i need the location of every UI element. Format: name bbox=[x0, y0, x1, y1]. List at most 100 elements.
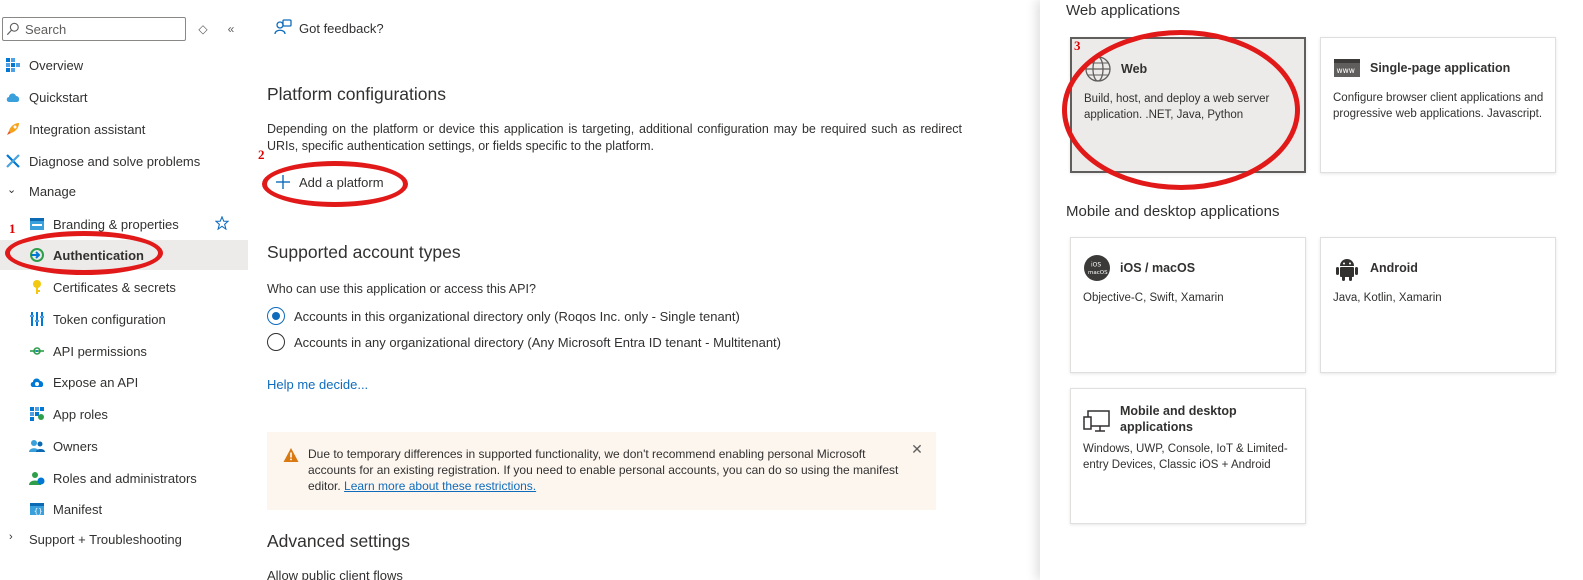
sidebar-item-label: Diagnose and solve problems bbox=[29, 154, 201, 169]
sidebar-item-roles-admins[interactable]: Roles and administrators bbox=[0, 463, 248, 493]
sidebar-item-label: Integration assistant bbox=[29, 122, 146, 137]
sidebar-group-manage[interactable]: ⌄ Manage bbox=[0, 176, 248, 206]
radio-single-tenant[interactable]: Accounts in this organizational director… bbox=[267, 307, 867, 327]
chevron-right-icon: › bbox=[9, 531, 13, 543]
branding-icon bbox=[30, 218, 44, 230]
search-input[interactable] bbox=[25, 20, 175, 38]
supported-account-types-title: Supported account types bbox=[267, 242, 461, 262]
platform-description: Depending on the platform or device this… bbox=[267, 122, 962, 153]
sidebar-item-expose-api[interactable]: Expose an API bbox=[0, 367, 248, 397]
sidebar-item-label: API permissions bbox=[53, 344, 147, 359]
account-question: Who can use this application or access t… bbox=[267, 282, 536, 296]
search-icon bbox=[6, 22, 19, 36]
add-platform-button[interactable]: Add a platform bbox=[275, 172, 395, 194]
sidebar-group-label: Manage bbox=[29, 184, 76, 199]
card-title: Mobile and desktop applications bbox=[1120, 404, 1237, 434]
feedback-icon bbox=[274, 19, 292, 35]
www-icon: www bbox=[1334, 59, 1360, 77]
feedback-label: Got feedback? bbox=[299, 21, 384, 36]
allow-public-client-flows-label: Allow public client flows bbox=[267, 568, 403, 580]
configure-platforms-panel: Web applications Web Build, host, and de… bbox=[1040, 0, 1583, 580]
help-me-decide-link[interactable]: Help me decide... bbox=[267, 377, 368, 392]
sidebar-item-branding[interactable]: Branding & properties bbox=[0, 209, 248, 239]
star-icon[interactable] bbox=[215, 216, 229, 230]
sidebar-item-authentication[interactable]: Authentication bbox=[0, 240, 248, 270]
key-icon bbox=[33, 280, 41, 294]
sidebar-item-token-configuration[interactable]: Token configuration bbox=[0, 304, 248, 334]
sidebar-item-label: Roles and administrators bbox=[53, 471, 197, 486]
card-title: Single-page application bbox=[1370, 61, 1511, 75]
android-icon bbox=[1336, 259, 1358, 281]
sidebar-item-certificates[interactable]: Certificates & secrets bbox=[0, 272, 248, 302]
main-content: Got feedback? Platform configurations De… bbox=[248, 0, 1040, 580]
card-title: iOS / macOS bbox=[1120, 261, 1196, 275]
owners-icon bbox=[29, 440, 45, 452]
sidebar-item-api-permissions[interactable]: API permissions bbox=[0, 336, 248, 366]
advanced-settings-title: Advanced settings bbox=[267, 531, 411, 551]
annotation-number-2: 2 bbox=[258, 147, 265, 162]
sidebar-group-support[interactable]: › Support + Troubleshooting bbox=[0, 524, 248, 554]
radio-label: Accounts in this organizational director… bbox=[294, 309, 740, 324]
sidebar-item-label: App roles bbox=[53, 407, 108, 422]
sidebar-item-quickstart[interactable]: Quickstart bbox=[0, 82, 248, 112]
close-icon[interactable]: ✕ bbox=[910, 442, 924, 456]
sidebar-item-label: Overview bbox=[29, 58, 84, 73]
plus-icon bbox=[276, 175, 290, 189]
authentication-icon bbox=[30, 248, 44, 262]
svg-text:www: www bbox=[1337, 66, 1355, 75]
tools-icon bbox=[6, 154, 20, 168]
radio-label: Accounts in any organizational directory… bbox=[294, 335, 781, 350]
sidebar-group-label: Support + Troubleshooting bbox=[29, 532, 182, 547]
radio-button-selected[interactable] bbox=[267, 307, 285, 325]
warning-icon bbox=[283, 448, 299, 462]
learn-more-restrictions-link[interactable]: Learn more about these restrictions. bbox=[344, 479, 536, 493]
sidebar-item-label: Branding & properties bbox=[53, 217, 179, 232]
svg-text:iOS: iOS bbox=[1091, 262, 1101, 269]
sidebar-item-overview[interactable]: Overview bbox=[0, 50, 248, 80]
radio-button[interactable] bbox=[267, 333, 285, 351]
rocket-icon bbox=[7, 123, 19, 135]
sidebar-item-diagnose[interactable]: Diagnose and solve problems bbox=[0, 146, 248, 176]
search-row: ◇ « bbox=[2, 17, 242, 41]
manifest-icon: {} bbox=[30, 503, 44, 516]
refresh-icon[interactable]: ◇ bbox=[194, 20, 212, 38]
annotation-number-1: 1 bbox=[9, 221, 16, 236]
sidebar-item-owners[interactable]: Owners bbox=[0, 431, 248, 461]
warning-text: Due to temporary differences in supporte… bbox=[308, 446, 908, 494]
desktop-icon bbox=[1083, 410, 1110, 432]
globe-icon bbox=[1085, 56, 1111, 82]
chevron-down-icon: ⌄ bbox=[7, 184, 17, 196]
collapse-icon[interactable]: « bbox=[222, 20, 240, 38]
sidebar-item-label: Expose an API bbox=[53, 375, 139, 390]
platform-card-mobile-desktop[interactable]: Mobile and desktop applications Windows,… bbox=[1070, 388, 1306, 524]
sidebar-item-manifest[interactable]: {} Manifest bbox=[0, 494, 248, 524]
platform-card-android[interactable]: Android Java, Kotlin, Xamarin bbox=[1320, 237, 1556, 373]
cloud-icon bbox=[6, 93, 20, 102]
platform-configurations-title: Platform configurations bbox=[267, 84, 446, 104]
app-roles-icon bbox=[30, 407, 44, 421]
annotation-number-3: 3 bbox=[1074, 38, 1081, 53]
sidebar-item-app-roles[interactable]: App roles bbox=[0, 399, 248, 429]
sidebar-item-label: Authentication bbox=[53, 248, 144, 263]
card-description: Java, Kotlin, Xamarin bbox=[1333, 292, 1442, 304]
sidebar: ◇ « Overview Quickstart Integration assi… bbox=[0, 0, 248, 580]
svg-text:{}: {} bbox=[34, 508, 42, 516]
cloud-api-icon bbox=[30, 378, 44, 387]
card-description: Build, host, and deploy a web server app… bbox=[1084, 93, 1270, 121]
card-description: Objective-C, Swift, Xamarin bbox=[1083, 292, 1224, 304]
search-box[interactable] bbox=[2, 17, 186, 41]
platform-card-ios-macos[interactable]: iOS macOS iOS / macOS Objective-C, Swift,… bbox=[1070, 237, 1306, 373]
card-title: Android bbox=[1370, 261, 1418, 275]
add-platform-label: Add a platform bbox=[299, 175, 384, 190]
card-description: Configure browser client applications an… bbox=[1333, 92, 1544, 120]
platform-card-web[interactable]: Web Build, host, and deploy a web server… bbox=[1070, 37, 1306, 173]
platform-card-single-page-application[interactable]: www Single-page application Configure br… bbox=[1320, 37, 1556, 173]
sidebar-item-label: Owners bbox=[53, 439, 98, 454]
sidebar-item-label: Quickstart bbox=[29, 90, 88, 105]
roles-admins-icon bbox=[29, 472, 45, 485]
ios-icon: iOSmacOS bbox=[1084, 255, 1110, 281]
card-title: Web bbox=[1121, 62, 1148, 76]
radio-multitenant[interactable]: Accounts in any organizational directory… bbox=[267, 333, 867, 353]
sidebar-item-integration-assistant[interactable]: Integration assistant bbox=[0, 114, 248, 144]
warning-banner: Due to temporary differences in supporte… bbox=[267, 432, 936, 510]
